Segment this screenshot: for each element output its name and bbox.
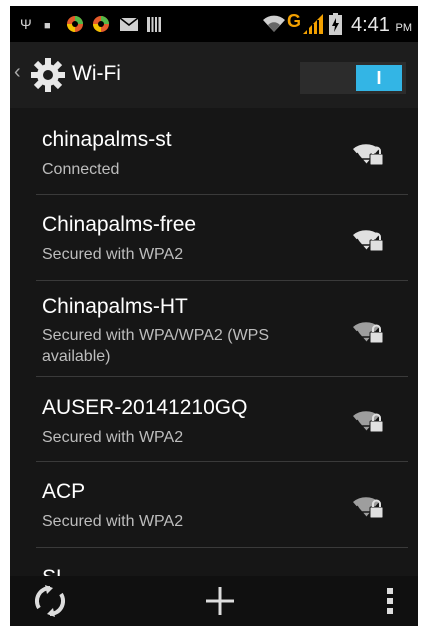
- network-item[interactable]: ACP Secured with WPA2: [10, 462, 418, 547]
- network-name: SL: [42, 566, 68, 576]
- network-status: Secured with WPA2: [42, 429, 184, 446]
- overflow-menu-icon: [387, 588, 393, 614]
- wifi-locked-icon: [353, 322, 384, 344]
- wifi-toggle-knob[interactable]: I: [356, 65, 402, 91]
- refresh-icon: [34, 585, 66, 617]
- clock: 4:41 PM: [351, 14, 412, 36]
- battery-icon: [329, 13, 342, 37]
- page-title: Wi-Fi: [72, 62, 121, 85]
- wifi-locked-icon: [353, 230, 384, 252]
- network-item[interactable]: Chinapalms-HT Secured with WPA/WPA2 (WPS…: [10, 281, 418, 376]
- app-icon: [92, 15, 110, 35]
- bottom-action-bar: [10, 576, 418, 626]
- network-item[interactable]: chinapalms-st Connected: [10, 108, 418, 194]
- storage-icon: [147, 17, 161, 34]
- wifi-locked-icon: [353, 411, 384, 433]
- overflow-menu-button[interactable]: [370, 584, 410, 618]
- action-bar: ‹ Wi-Fi I: [10, 42, 418, 108]
- network-name: AUSER-20141210GQ: [42, 396, 248, 419]
- add-network-icon: [206, 587, 234, 615]
- network-item[interactable]: SL: [10, 548, 418, 576]
- wifi-settings-screen: Ψ ■ G 4:41 PM ‹ Wi-Fi I chinapalms-st Co…: [10, 6, 418, 626]
- back-chevron-icon[interactable]: ‹: [14, 61, 21, 84]
- network-item[interactable]: Chinapalms-free Secured with WPA2: [10, 195, 418, 280]
- network-status: Secured with WPA2: [42, 513, 184, 530]
- network-name: ACP: [42, 480, 86, 503]
- refresh-button[interactable]: [30, 584, 70, 618]
- wifi-toggle[interactable]: I: [300, 62, 406, 94]
- usb-icon: Ψ: [20, 16, 32, 32]
- network-status: Secured with WPA2: [42, 246, 184, 263]
- add-network-button[interactable]: [200, 584, 240, 618]
- network-name: Chinapalms-free: [42, 213, 197, 236]
- wifi-locked-icon: [353, 497, 384, 519]
- settings-gear-icon[interactable]: [30, 57, 66, 93]
- wifi-locked-icon: [353, 144, 384, 166]
- lock-icon: ■: [44, 20, 51, 32]
- signal-icon: [303, 14, 323, 36]
- mail-icon: [119, 17, 139, 33]
- app-icon: [66, 15, 84, 35]
- network-item[interactable]: AUSER-20141210GQ Secured with WPA2: [10, 377, 418, 461]
- network-list: chinapalms-st Connected Chinapalms-free …: [10, 108, 418, 576]
- network-type: G: [287, 11, 302, 31]
- network-name: chinapalms-st: [42, 128, 172, 151]
- wifi-icon: [262, 14, 286, 36]
- network-status: Secured with WPA/WPA2 (WPS available): [42, 327, 270, 365]
- network-name: Chinapalms-HT: [42, 295, 188, 318]
- status-bar: Ψ ■ G 4:41 PM: [10, 6, 418, 42]
- network-status: Connected: [42, 161, 120, 178]
